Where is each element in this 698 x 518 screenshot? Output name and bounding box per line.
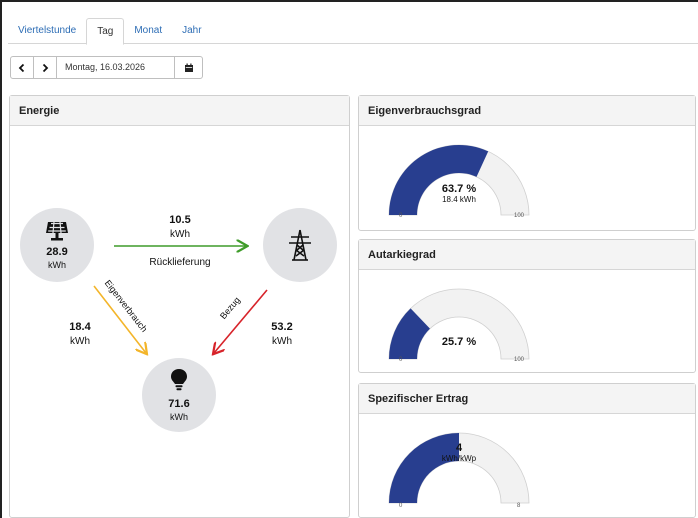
- solar-panel-icon: [46, 221, 68, 241]
- gauge-value: 25.7 %: [441, 336, 477, 348]
- feed-in-unit: kWh: [170, 229, 190, 240]
- tab-monat[interactable]: Monat: [124, 18, 172, 44]
- tab-viertelstunde[interactable]: Viertelstunde: [8, 18, 86, 44]
- gauge-max: 100: [514, 357, 525, 363]
- period-tabs: Viertelstunde Tag Monat Jahr: [8, 18, 698, 45]
- chevron-right-icon: [42, 63, 49, 72]
- autarky-gauge: [388, 288, 530, 360]
- gauge-fill: [389, 144, 489, 215]
- consumption-node: 71.6 kWh: [142, 358, 216, 432]
- self-consumption-unit: kWh: [70, 336, 90, 347]
- consumption-value: 71.6: [168, 398, 190, 410]
- gauge-value: 63.7 %: [441, 183, 477, 195]
- chevron-left-icon: [18, 63, 25, 72]
- power-pylon-icon: [289, 229, 311, 261]
- pv-unit: kWh: [48, 260, 66, 270]
- self-consumption-value: 18.4: [69, 321, 91, 333]
- gauge-center: 4 kWh/kWp: [419, 442, 499, 463]
- date-navigator: Montag, 16.03.2026: [10, 56, 203, 79]
- window-border-top: [0, 0, 698, 2]
- gauge-subvalue: kWh/kWp: [441, 454, 477, 463]
- purchase-unit: kWh: [272, 336, 292, 347]
- gauge-min: 0: [399, 357, 403, 363]
- self-consumption-gauge: [388, 144, 530, 216]
- gauge-center: 25.7 %: [419, 336, 499, 348]
- tab-jahr[interactable]: Jahr: [172, 18, 211, 44]
- gauge-min: 0: [399, 503, 403, 509]
- date-field[interactable]: Montag, 16.03.2026: [57, 57, 175, 78]
- previous-day-button[interactable]: [11, 57, 34, 78]
- consumption-unit: kWh: [170, 412, 188, 422]
- self-consumption-rate-panel: Eigenverbrauchsgrad 63.7 % 18.4 kWh 0 10…: [358, 95, 696, 231]
- pv-node: 28.9 kWh: [20, 208, 94, 282]
- energy-panel: Energie 28.9 kWh 71.6 kWh 10.5 kWh Rückl…: [9, 95, 350, 518]
- gauge-max: 100: [514, 213, 525, 219]
- purchase-value: 53.2: [271, 321, 293, 333]
- next-day-button[interactable]: [34, 57, 57, 78]
- calendar-icon: [184, 63, 193, 72]
- calendar-button[interactable]: [175, 57, 202, 78]
- gauge-title: Autarkiegrad: [359, 240, 695, 270]
- specific-yield-panel: Spezifischer Ertrag 4 kWh/kWp 0 8: [358, 383, 696, 518]
- pv-value: 28.9: [46, 246, 68, 258]
- feed-in-label: Rücklieferung: [149, 257, 211, 268]
- gauge-subvalue: 18.4 kWh: [442, 195, 476, 204]
- light-bulb-icon: [171, 369, 187, 391]
- gauge-title: Eigenverbrauchsgrad: [359, 96, 695, 126]
- gauge-max: 8: [517, 503, 521, 509]
- energy-panel-title: Energie: [10, 96, 349, 126]
- gauge-center: 63.7 % 18.4 kWh: [419, 183, 499, 204]
- gauge-value: 4: [455, 442, 463, 454]
- autarky-rate-panel: Autarkiegrad 25.7 % 0 100: [358, 239, 696, 373]
- specific-yield-gauge: [388, 432, 530, 504]
- feed-in-value: 10.5: [169, 214, 191, 226]
- grid-node: [263, 208, 337, 282]
- gauge-title: Spezifischer Ertrag: [359, 384, 695, 414]
- window-border-left: [0, 0, 2, 518]
- tab-tag[interactable]: Tag: [86, 18, 125, 45]
- gauge-min: 0: [399, 213, 403, 219]
